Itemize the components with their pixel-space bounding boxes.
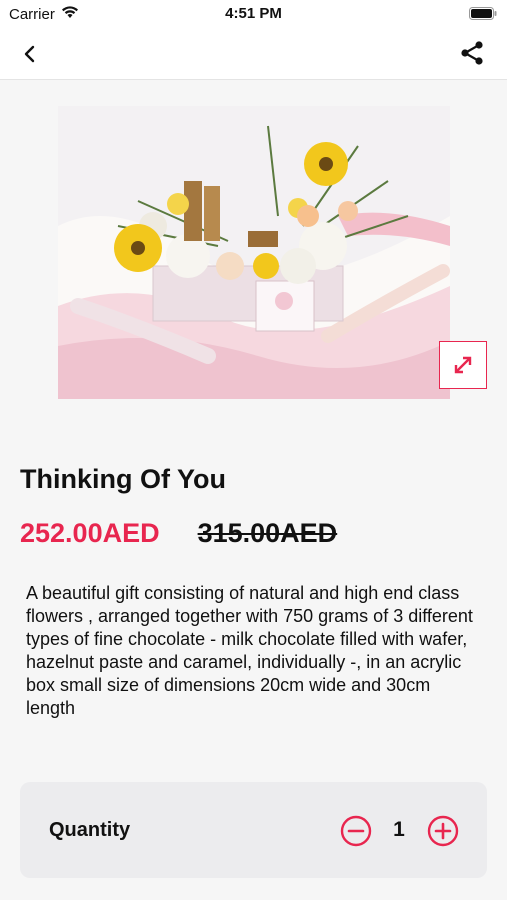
expand-image-button[interactable]	[439, 341, 487, 389]
expand-icon	[454, 356, 472, 374]
nav-bar	[0, 28, 507, 80]
share-button[interactable]	[457, 38, 487, 68]
product-title: Thinking Of You	[20, 464, 226, 494]
minus-circle-icon	[340, 815, 372, 847]
quantity-card: Quantity 1	[20, 782, 487, 878]
decrease-quantity-button[interactable]	[340, 815, 372, 847]
product-description: A beautiful gift consisting of natural a…	[26, 583, 473, 718]
plus-circle-icon	[427, 815, 459, 847]
increase-quantity-button[interactable]	[427, 815, 459, 847]
chevron-left-icon	[24, 45, 35, 63]
quantity-value: 1	[393, 818, 405, 841]
share-icon	[461, 41, 483, 65]
back-button[interactable]	[16, 40, 44, 68]
original-price: 315.00AED	[197, 518, 338, 548]
battery-icon	[469, 7, 497, 24]
status-bar: Carrier 4:51 PM	[0, 0, 507, 28]
price-row: 252.00AED 315.00AED	[20, 518, 337, 549]
status-time: 4:51 PM	[225, 5, 282, 22]
quantity-label: Quantity	[49, 819, 131, 841]
current-price: 252.00AED	[20, 518, 160, 548]
product-image[interactable]	[58, 106, 450, 399]
